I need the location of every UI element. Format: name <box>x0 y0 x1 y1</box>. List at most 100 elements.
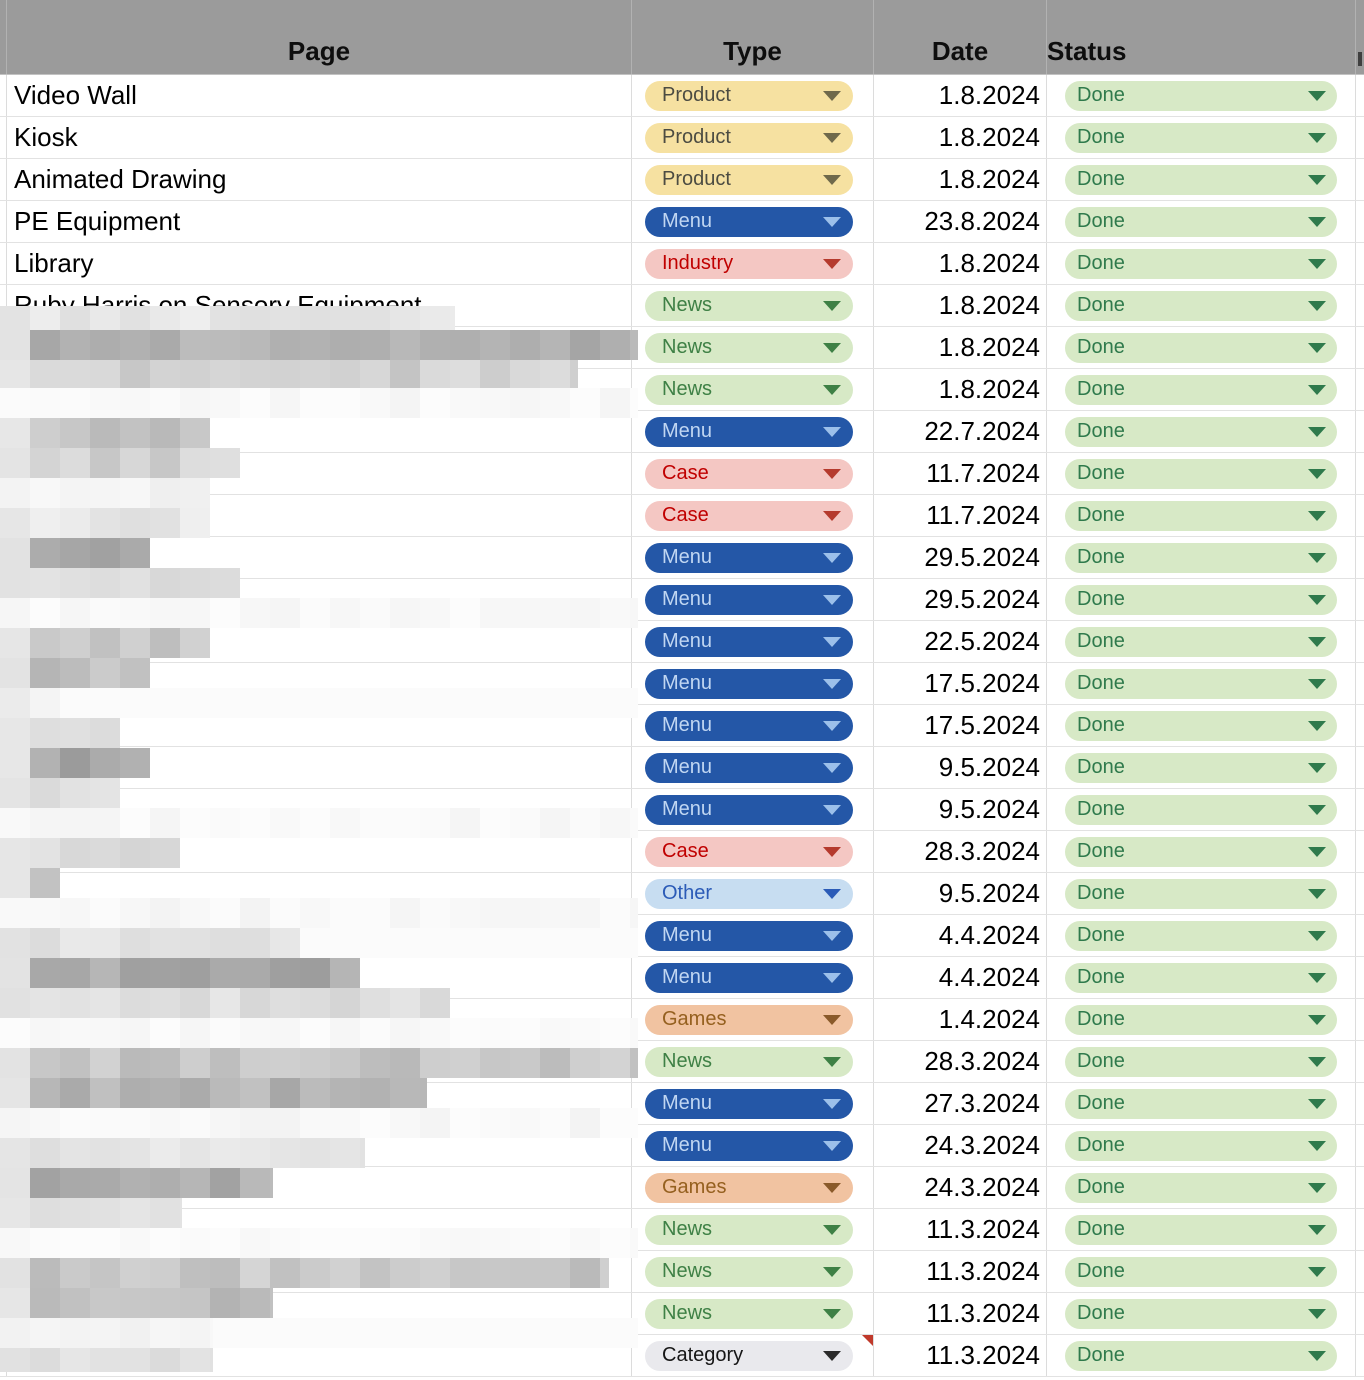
type-cell[interactable]: Case <box>632 453 874 494</box>
type-chip[interactable]: Case <box>645 459 853 489</box>
status-cell[interactable]: Done <box>1047 495 1356 536</box>
date-cell[interactable]: 11.3.2024 <box>874 1335 1047 1376</box>
status-cell[interactable]: Done <box>1047 915 1356 956</box>
page-cell[interactable] <box>7 1251 632 1292</box>
page-cell[interactable] <box>7 1083 632 1124</box>
date-cell[interactable]: 1.8.2024 <box>874 159 1047 200</box>
type-chip[interactable]: Menu <box>645 207 853 237</box>
status-chip[interactable]: Done <box>1065 249 1337 279</box>
status-cell[interactable]: Done <box>1047 327 1356 368</box>
status-cell[interactable]: Done <box>1047 117 1356 158</box>
type-cell[interactable]: Menu <box>632 663 874 704</box>
status-chip[interactable]: Done <box>1065 1131 1337 1161</box>
status-chip[interactable]: Done <box>1065 1005 1337 1035</box>
type-chip[interactable]: Menu <box>645 753 853 783</box>
type-cell[interactable]: Product <box>632 159 874 200</box>
page-cell[interactable] <box>7 1041 632 1082</box>
status-chip[interactable]: Done <box>1065 585 1337 615</box>
status-cell[interactable]: Done <box>1047 1125 1356 1166</box>
status-cell[interactable]: Done <box>1047 999 1356 1040</box>
status-cell[interactable]: Done <box>1047 453 1356 494</box>
type-cell[interactable]: Menu <box>632 705 874 746</box>
date-cell[interactable]: 1.8.2024 <box>874 117 1047 158</box>
status-cell[interactable]: Done <box>1047 705 1356 746</box>
status-chip[interactable]: Done <box>1065 1215 1337 1245</box>
type-chip[interactable]: Category <box>645 1341 853 1371</box>
type-cell[interactable]: Menu <box>632 957 874 998</box>
date-cell[interactable]: 9.5.2024 <box>874 789 1047 830</box>
type-cell[interactable]: News <box>632 1041 874 1082</box>
type-cell[interactable]: News <box>632 369 874 410</box>
type-cell[interactable]: News <box>632 1209 874 1250</box>
type-chip[interactable]: Product <box>645 123 853 153</box>
date-cell[interactable]: 11.3.2024 <box>874 1293 1047 1334</box>
type-cell[interactable]: Menu <box>632 411 874 452</box>
type-cell[interactable]: Menu <box>632 789 874 830</box>
type-chip[interactable]: News <box>645 1257 853 1287</box>
status-chip[interactable]: Done <box>1065 1299 1337 1329</box>
type-chip[interactable]: Menu <box>645 627 853 657</box>
column-header-type[interactable]: Type <box>632 0 874 74</box>
date-cell[interactable]: 4.4.2024 <box>874 915 1047 956</box>
page-cell[interactable] <box>7 915 632 956</box>
status-chip[interactable]: Done <box>1065 753 1337 783</box>
date-cell[interactable]: 9.5.2024 <box>874 747 1047 788</box>
status-cell[interactable]: Done <box>1047 1293 1356 1334</box>
status-cell[interactable]: Done <box>1047 75 1356 116</box>
page-cell[interactable] <box>7 957 632 998</box>
type-chip[interactable]: News <box>645 1215 853 1245</box>
type-cell[interactable]: Other <box>632 873 874 914</box>
status-cell[interactable]: Done <box>1047 1167 1356 1208</box>
date-cell[interactable]: 22.5.2024 <box>874 621 1047 662</box>
page-cell[interactable] <box>7 705 632 746</box>
date-cell[interactable]: 28.3.2024 <box>874 831 1047 872</box>
type-chip[interactable]: Menu <box>645 963 853 993</box>
type-cell[interactable]: Menu <box>632 747 874 788</box>
status-cell[interactable]: Done <box>1047 957 1356 998</box>
type-cell[interactable]: Product <box>632 75 874 116</box>
status-chip[interactable]: Done <box>1065 459 1337 489</box>
status-chip[interactable]: Done <box>1065 207 1337 237</box>
type-chip[interactable]: News <box>645 375 853 405</box>
date-cell[interactable]: 1.8.2024 <box>874 75 1047 116</box>
type-chip[interactable]: News <box>645 291 853 321</box>
page-cell[interactable]: Animated Drawing <box>7 159 632 200</box>
date-cell[interactable]: 24.3.2024 <box>874 1125 1047 1166</box>
date-cell[interactable]: 1.8.2024 <box>874 285 1047 326</box>
status-chip[interactable]: Done <box>1065 921 1337 951</box>
date-cell[interactable]: 9.5.2024 <box>874 873 1047 914</box>
status-chip[interactable]: Done <box>1065 963 1337 993</box>
type-cell[interactable]: Menu <box>632 537 874 578</box>
status-cell[interactable]: Done <box>1047 411 1356 452</box>
date-cell[interactable]: 28.3.2024 <box>874 1041 1047 1082</box>
page-cell[interactable] <box>7 495 632 536</box>
type-chip[interactable]: Menu <box>645 795 853 825</box>
page-cell[interactable] <box>7 999 632 1040</box>
page-cell[interactable] <box>7 537 632 578</box>
date-cell[interactable]: 23.8.2024 <box>874 201 1047 242</box>
status-cell[interactable]: Done <box>1047 159 1356 200</box>
date-cell[interactable]: 1.4.2024 <box>874 999 1047 1040</box>
type-cell[interactable]: Product <box>632 117 874 158</box>
type-chip[interactable]: Menu <box>645 543 853 573</box>
status-cell[interactable]: Done <box>1047 537 1356 578</box>
status-chip[interactable]: Done <box>1065 1173 1337 1203</box>
type-cell[interactable]: Menu <box>632 1083 874 1124</box>
status-chip[interactable]: Done <box>1065 1089 1337 1119</box>
status-chip[interactable]: Done <box>1065 711 1337 741</box>
page-cell[interactable] <box>7 1125 632 1166</box>
status-chip[interactable]: Done <box>1065 669 1337 699</box>
status-chip[interactable]: Done <box>1065 1257 1337 1287</box>
type-chip[interactable]: Menu <box>645 1089 853 1119</box>
page-cell[interactable] <box>7 873 632 914</box>
status-cell[interactable]: Done <box>1047 1041 1356 1082</box>
type-cell[interactable]: Games <box>632 1167 874 1208</box>
type-cell[interactable]: Menu <box>632 915 874 956</box>
type-cell[interactable]: Games <box>632 999 874 1040</box>
page-cell[interactable] <box>7 411 632 452</box>
page-cell[interactable] <box>7 747 632 788</box>
type-cell[interactable]: Menu <box>632 579 874 620</box>
status-chip[interactable]: Done <box>1065 879 1337 909</box>
type-chip[interactable]: Product <box>645 165 853 195</box>
date-cell[interactable]: 29.5.2024 <box>874 537 1047 578</box>
